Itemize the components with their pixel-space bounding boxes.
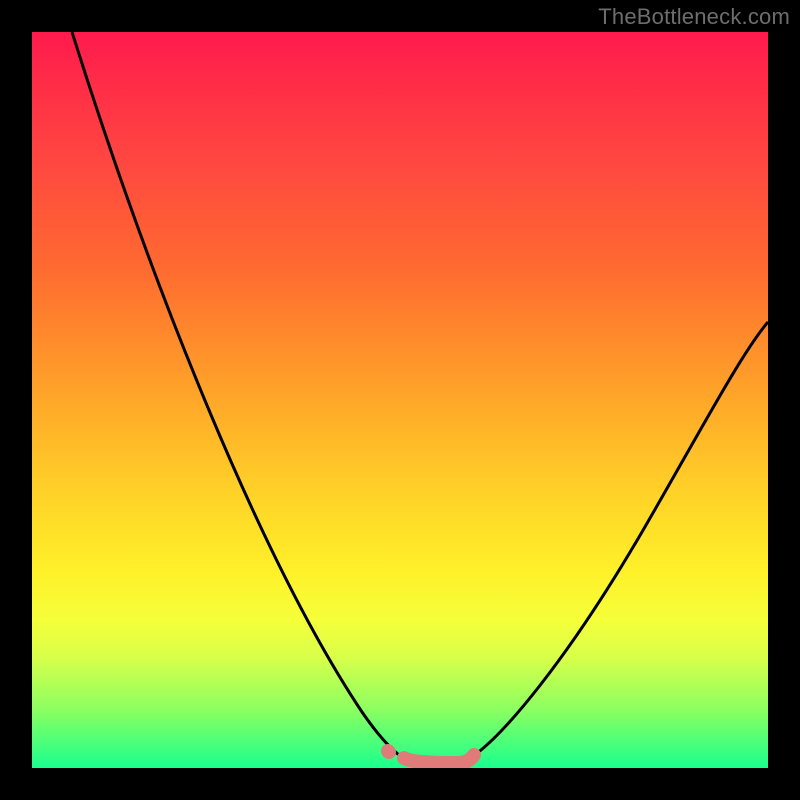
curve-left: [72, 32, 412, 763]
chart-svg: [32, 32, 768, 768]
chart-plot-area: [32, 32, 768, 768]
watermark-label: TheBottleneck.com: [598, 4, 790, 30]
chart-outer-frame: TheBottleneck.com: [0, 0, 800, 800]
curve-right: [462, 322, 768, 763]
trough-marker-group: [388, 751, 474, 763]
